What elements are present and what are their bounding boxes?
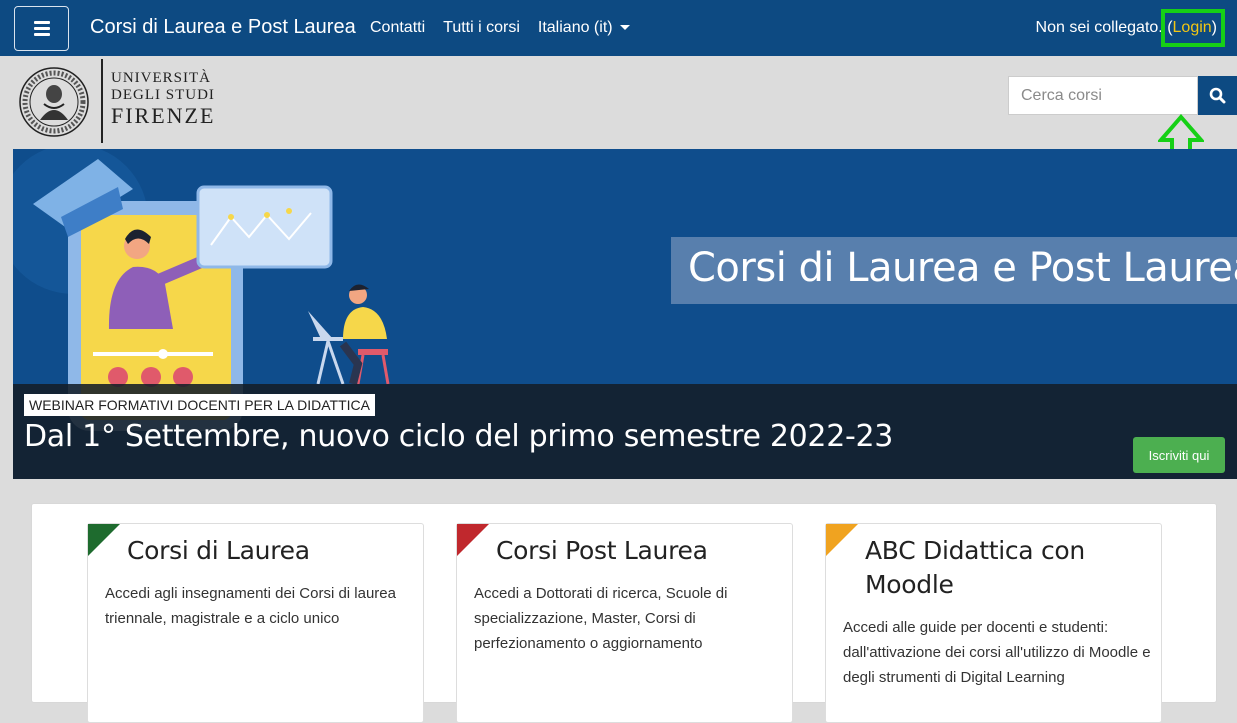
orange-corner-flag — [826, 524, 858, 556]
carousel-caption-text: Dal 1° Settembre, nuovo ciclo del primo … — [24, 419, 894, 454]
language-dropdown[interactable]: Italiano (it) — [538, 19, 630, 37]
login-highlight-box — [1161, 9, 1225, 47]
green-corner-flag — [88, 524, 120, 556]
card-description: Accedi alle guide per docenti e studenti… — [843, 619, 1151, 686]
carousel-caption-tag: WEBINAR FORMATIVI DOCENTI PER LA DIDATTI… — [24, 394, 375, 416]
red-corner-flag — [457, 524, 489, 556]
card-title[interactable]: Corsi di Laurea — [127, 534, 310, 568]
logo-line-3: FIRENZE — [111, 103, 216, 128]
hamburger-icon[interactable] — [14, 6, 69, 51]
not-logged-text: Non sei collegato. — [1035, 19, 1163, 36]
header-strip: UNIVERSITÀ DEGLI STUDI FIRENZE — [0, 56, 1237, 171]
card-corsi-di-laurea[interactable]: Corsi di Laurea Accedi agli insegnamenti… — [87, 523, 424, 723]
language-label: Italiano (it) — [537, 19, 613, 36]
card-description: Accedi a Dottorati di ricerca, Scuole di… — [474, 585, 728, 652]
card-title[interactable]: ABC Didattica con Moodle — [865, 534, 1115, 602]
hero-title: Corsi di Laurea e Post Laurea — [688, 245, 1237, 291]
search-icon — [1209, 87, 1226, 104]
university-seal-logo — [19, 67, 89, 137]
logo-divider — [101, 59, 103, 143]
course-categories-panel: Corsi di Laurea Accedi agli insegnamenti… — [31, 503, 1217, 723]
top-navbar: Corsi di Laurea e Post Laurea Contatti T… — [0, 0, 1237, 56]
course-search-input[interactable] — [1008, 76, 1198, 115]
caret-down-icon — [619, 25, 630, 31]
card-title[interactable]: Corsi Post Laurea — [496, 534, 708, 568]
university-wordmark: UNIVERSITÀ DEGLI STUDI FIRENZE — [111, 70, 215, 128]
nav-link-contatti[interactable]: Contatti — [370, 19, 425, 37]
search-button[interactable] — [1198, 76, 1237, 115]
hero-banner: Corsi di Laurea e Post Laurea WEBINAR FO… — [13, 149, 1237, 479]
card-corsi-post-laurea[interactable]: Corsi Post Laurea Accedi a Dottorati di … — [456, 523, 793, 723]
card-abc-didattica[interactable]: ABC Didattica con Moodle Accedi alle gui… — [825, 523, 1162, 723]
card-description: Accedi agli insegnamenti dei Corsi di la… — [105, 585, 396, 627]
nav-links: Contatti Tutti i corsi Italiano (it) — [370, 19, 630, 37]
nav-link-tutti-i-corsi[interactable]: Tutti i corsi — [443, 19, 520, 37]
logo-line-1: UNIVERSITÀ — [111, 70, 211, 86]
enroll-button[interactable]: Iscriviti qui — [1133, 437, 1225, 473]
logo-line-2: DEGLI STUDI — [111, 87, 215, 103]
site-brand[interactable]: Corsi di Laurea e Post Laurea — [90, 16, 356, 39]
